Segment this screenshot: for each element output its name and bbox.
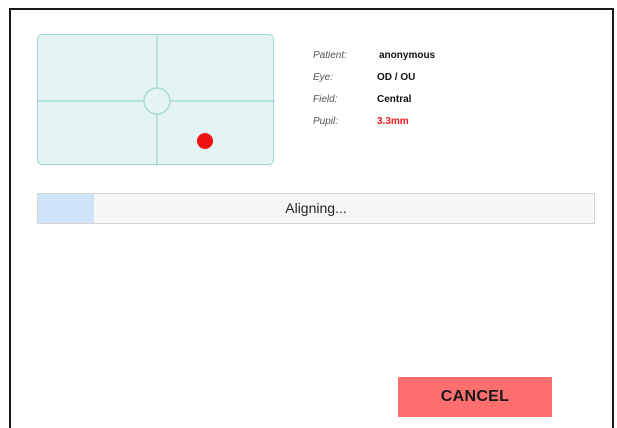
eye-label: Eye: bbox=[313, 72, 334, 83]
patient-info: Patient: anonymous Eye: OD / OU Field: C… bbox=[313, 50, 513, 138]
pupil-alignment-view bbox=[37, 34, 275, 166]
pupil-marker-icon bbox=[197, 133, 213, 149]
eye-value: OD / OU bbox=[377, 72, 416, 83]
crosshair-graphic bbox=[38, 35, 275, 166]
pupil-value: 3.3mm bbox=[377, 116, 409, 127]
patient-label: Patient: bbox=[313, 50, 347, 61]
eye-row: Eye: OD / OU bbox=[313, 72, 513, 94]
alignment-progress-bar: Aligning... bbox=[37, 193, 595, 224]
field-row: Field: Central bbox=[313, 94, 513, 116]
field-label: Field: bbox=[313, 94, 338, 105]
pupil-row: Pupil: 3.3mm bbox=[313, 116, 513, 138]
field-value: Central bbox=[377, 94, 412, 105]
cancel-button[interactable]: CANCEL bbox=[398, 377, 552, 417]
target-circle-icon bbox=[143, 87, 171, 115]
pupil-label: Pupil: bbox=[313, 116, 339, 127]
patient-row: Patient: anonymous bbox=[313, 50, 513, 72]
patient-value: anonymous bbox=[379, 50, 436, 61]
progress-status-text: Aligning... bbox=[285, 200, 347, 216]
